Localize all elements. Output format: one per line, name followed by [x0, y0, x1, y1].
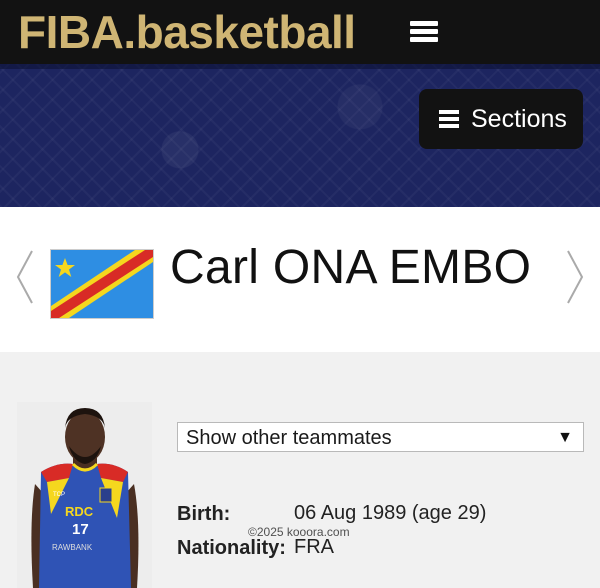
player-photo: RDC 17 RAWBANK TCP	[17, 402, 152, 588]
birth-label: Birth:	[177, 503, 231, 525]
hero-banner: Sections	[0, 64, 600, 207]
hamburger-menu-icon[interactable]	[410, 17, 438, 45]
top-navigation-bar: FIBA.basketball	[0, 0, 600, 64]
jersey-maker: TCP	[53, 492, 65, 498]
teammates-select-value: Show other teammates	[186, 427, 392, 449]
player-header: Carl ONA EMBO	[0, 207, 600, 352]
birth-value: 06 Aug 1989 (age 29)	[294, 502, 487, 524]
teammates-select[interactable]: Show other teammates ▼	[177, 422, 584, 452]
next-player-chevron-right-icon[interactable]	[564, 247, 586, 307]
dr-congo-flag-icon	[50, 249, 154, 319]
sections-button[interactable]: Sections	[419, 89, 583, 149]
jersey-sponsor: RAWBANK	[52, 543, 93, 552]
player-profile: RDC 17 RAWBANK TCP Show other teammates …	[0, 352, 600, 588]
list-icon	[439, 110, 459, 128]
caret-down-icon: ▼	[557, 429, 573, 446]
sections-label: Sections	[471, 105, 567, 133]
previous-player-chevron-left-icon[interactable]	[14, 247, 36, 307]
nationality-label: Nationality:	[177, 537, 286, 559]
fiba-logo[interactable]: FIBA.basketball	[18, 7, 356, 57]
jersey-team-text: RDC	[65, 504, 94, 519]
player-name: Carl ONA EMBO	[170, 241, 532, 294]
jersey-number: 17	[72, 521, 89, 538]
watermark: ©2025 kooora.com	[248, 525, 350, 539]
